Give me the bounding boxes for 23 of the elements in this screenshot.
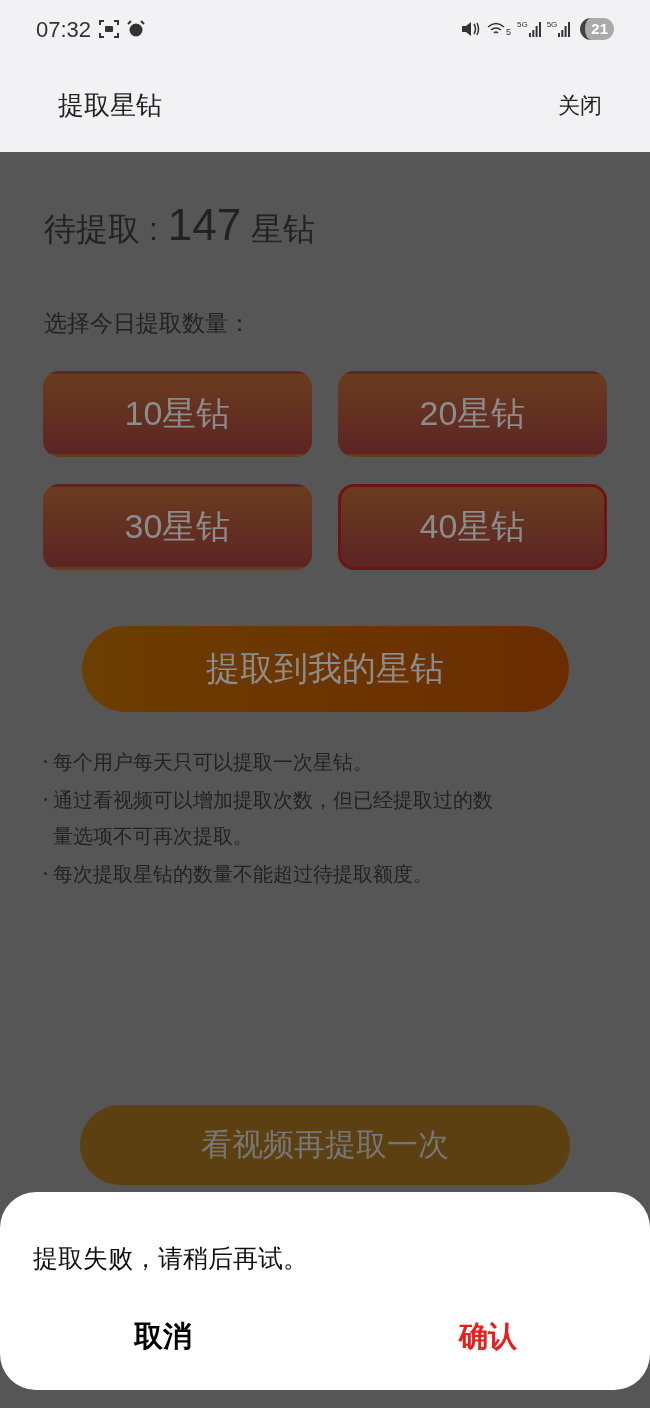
bullet-icon	[44, 797, 47, 801]
alarm-icon	[127, 20, 146, 38]
screenshot-icon	[99, 20, 120, 38]
cancel-button[interactable]: 取消	[133, 1314, 192, 1358]
close-button[interactable]: 关闭	[558, 88, 602, 122]
bullet-icon	[44, 759, 47, 763]
wifi-label: 5	[505, 28, 511, 37]
bullet-icon	[44, 871, 47, 875]
confirm-button[interactable]: 确认	[458, 1314, 517, 1358]
battery-indicator: 21	[580, 18, 614, 40]
network-label: 5G	[546, 21, 558, 29]
watch-video-button[interactable]: 看视频再提取一次	[80, 1105, 570, 1185]
amount-option[interactable]: 40星钻	[338, 483, 607, 570]
network-label: 5G	[516, 21, 528, 29]
signal-icon	[528, 21, 541, 37]
clock: 07:32	[36, 15, 92, 44]
amount-option[interactable]: 20星钻	[338, 370, 607, 457]
amount-option[interactable]: 30星钻	[43, 483, 312, 570]
page-title: 提取星钻	[58, 88, 162, 122]
signal-icon	[558, 21, 571, 37]
amount-option[interactable]: 10星钻	[43, 370, 312, 457]
extract-button[interactable]: 提取到我的星钻	[81, 625, 569, 712]
dialog-message: 提取失败，请稍后再试。	[33, 1243, 309, 1274]
